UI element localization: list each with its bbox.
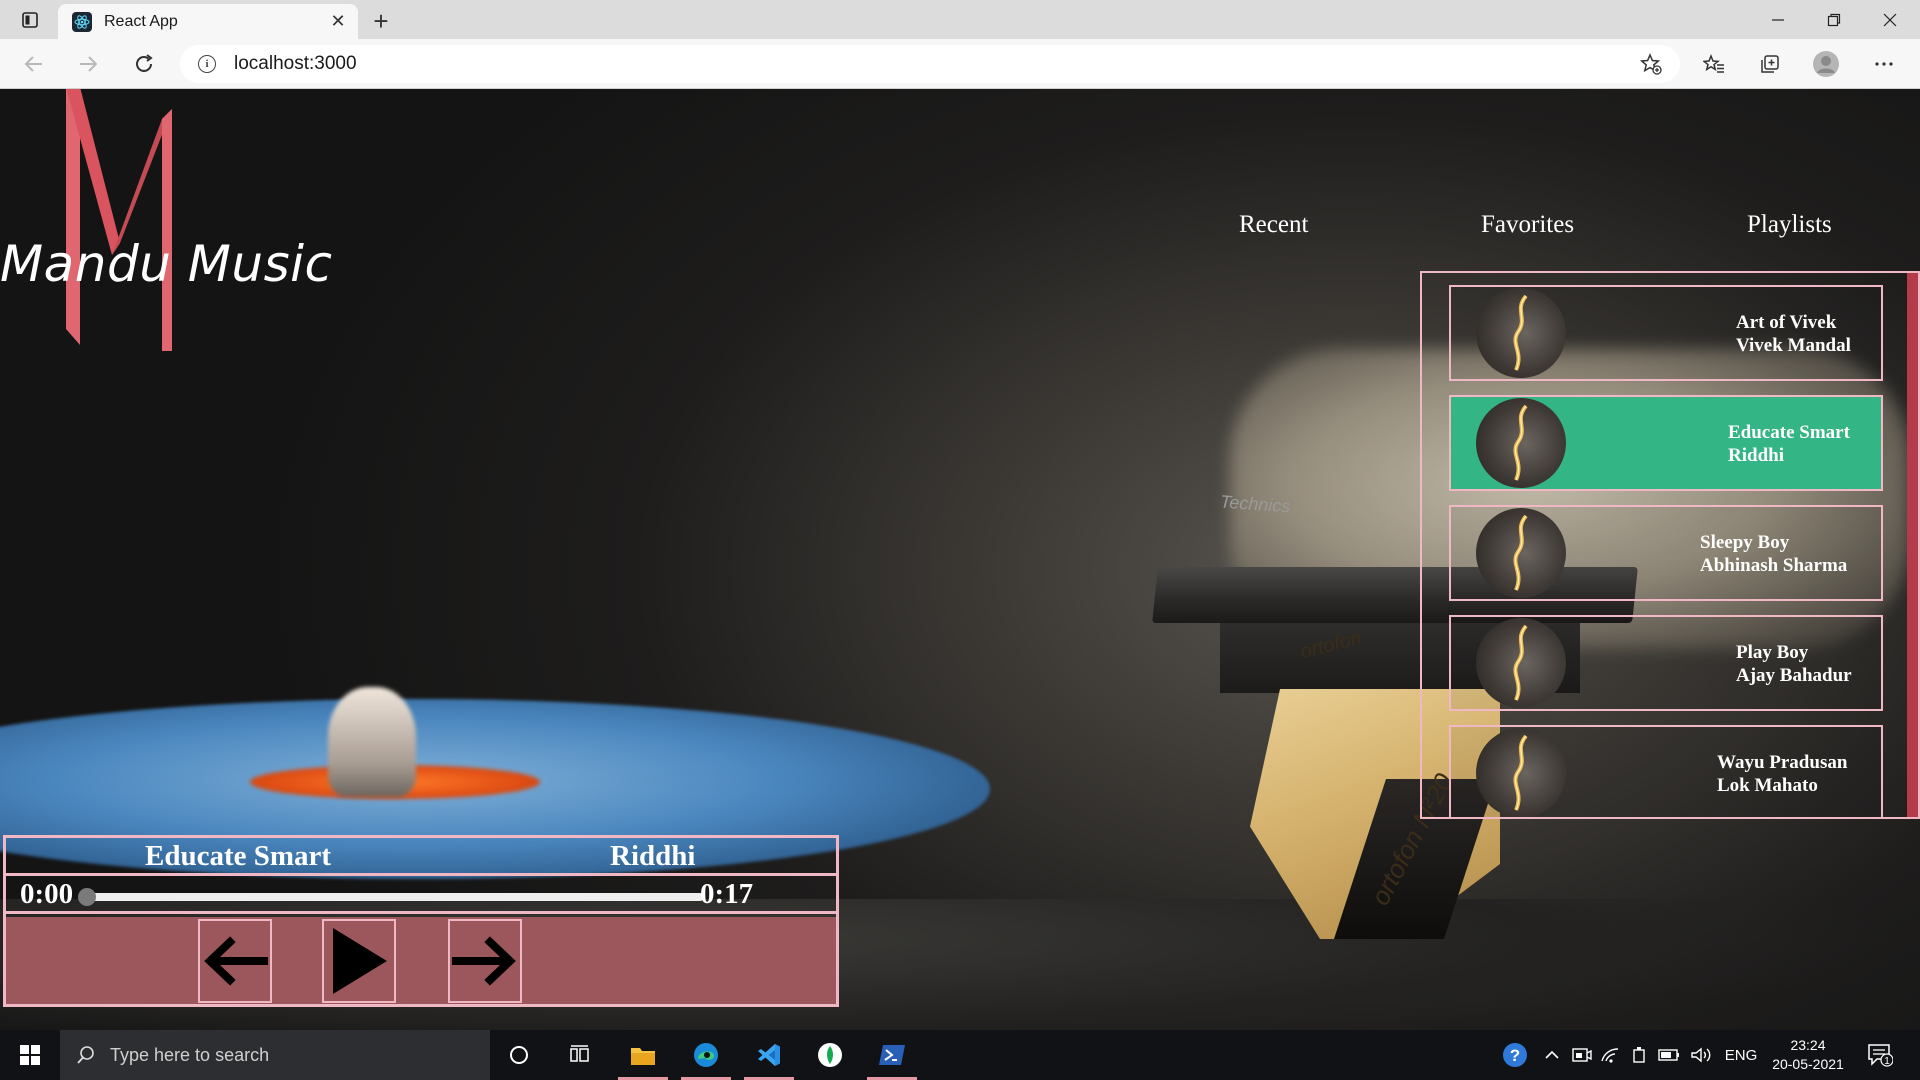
windows-start-icon[interactable]	[0, 1030, 60, 1080]
progress-row: 0:00 0:17	[6, 876, 836, 914]
volume-icon[interactable]	[1688, 1030, 1714, 1080]
more-options-icon[interactable]	[1868, 48, 1900, 80]
file-explorer-icon[interactable]	[614, 1030, 672, 1080]
cortana-icon[interactable]	[490, 1030, 548, 1080]
nav-favorites[interactable]: Favorites	[1481, 211, 1574, 239]
song-thumbnail	[1476, 728, 1566, 817]
background-spindle	[328, 687, 416, 797]
arrow-left-icon	[204, 936, 268, 986]
song-title: Educate Smart	[1728, 422, 1850, 443]
profile-avatar-icon[interactable]	[1810, 48, 1842, 80]
close-window-icon[interactable]	[1862, 0, 1918, 39]
browser-toolbar: i localhost:3000	[0, 39, 1920, 89]
help-icon[interactable]: ?	[1500, 1030, 1530, 1080]
music-app-page: Technics ortofon ortofon N²20 Mandu Musi…	[0, 89, 1920, 1030]
show-hidden-icons-icon[interactable]	[1540, 1030, 1564, 1080]
battery-icon[interactable]	[1656, 1030, 1682, 1080]
forward-arrow-icon[interactable]	[72, 48, 104, 80]
progress-slider-thumb[interactable]	[78, 888, 96, 906]
wifi-icon[interactable]	[1598, 1030, 1622, 1080]
song-artist: Ajay Bahadur	[1736, 665, 1852, 686]
progress-slider[interactable]	[84, 893, 704, 901]
mandu-logo-m	[66, 89, 172, 351]
now-playing-info: Educate Smart Riddhi	[6, 838, 836, 876]
song-list: Art of Vivek Vivek Mandal Educate Smart …	[1420, 271, 1920, 819]
song-card-sleepy-boy[interactable]: Sleepy Boy Abhinash Sharma	[1449, 505, 1883, 601]
taskbar-clock[interactable]: 23:24 20-05-2021	[1768, 1036, 1848, 1074]
edge-browser-icon[interactable]	[677, 1030, 735, 1080]
back-arrow-icon[interactable]	[18, 48, 50, 80]
svg-text:?: ?	[1510, 1046, 1520, 1065]
vscode-icon[interactable]	[740, 1030, 798, 1080]
search-placeholder: Type here to search	[110, 1044, 270, 1065]
notification-center-icon[interactable]: 1	[1860, 1030, 1900, 1080]
duration-time: 0:17	[700, 878, 754, 910]
minimize-icon[interactable]	[1750, 0, 1806, 39]
now-playing-title: Educate Smart	[145, 840, 332, 872]
play-icon	[333, 928, 387, 994]
browser-tab[interactable]: React App ✕	[58, 4, 358, 39]
site-info-icon[interactable]: i	[198, 55, 216, 73]
song-title: Play Boy	[1736, 642, 1809, 663]
tab-title: React App	[104, 12, 178, 30]
task-view-icon[interactable]	[550, 1030, 608, 1080]
song-list-scrollbar[interactable]	[1907, 273, 1918, 817]
close-tab-icon[interactable]: ✕	[324, 8, 352, 36]
audio-player: Educate Smart Riddhi 0:00 0:17	[3, 835, 839, 1007]
player-controls	[6, 917, 836, 1004]
address-bar[interactable]: i localhost:3000	[180, 45, 1680, 83]
meet-now-icon[interactable]	[1570, 1030, 1594, 1080]
previous-button[interactable]	[198, 919, 272, 1003]
clock-time: 23:24	[1790, 1037, 1826, 1053]
song-title: Wayu Pradusan	[1717, 752, 1848, 773]
collections-icon[interactable]	[1754, 48, 1786, 80]
app-title: Mandu Music	[0, 235, 333, 293]
powershell-icon[interactable]	[863, 1030, 921, 1080]
song-artist: Riddhi	[1728, 445, 1784, 466]
reload-icon[interactable]	[128, 48, 160, 80]
song-artist: Vivek Mandal	[1736, 335, 1851, 356]
taskbar-search[interactable]: Type here to search	[60, 1030, 490, 1080]
clock-date: 20-05-2021	[1772, 1056, 1844, 1072]
current-time: 0:00	[20, 878, 74, 910]
song-artist: Lok Mahato	[1717, 775, 1818, 796]
nav-playlists[interactable]: Playlists	[1747, 211, 1832, 239]
search-icon	[77, 1046, 94, 1064]
song-title: Art of Vivek	[1736, 312, 1837, 333]
restore-icon[interactable]	[1806, 0, 1862, 39]
play-button[interactable]	[322, 919, 396, 1003]
song-thumbnail	[1476, 508, 1566, 598]
song-thumbnail	[1476, 618, 1566, 708]
notification-count: 1	[1884, 1056, 1890, 1067]
song-card-wayu-pradusan[interactable]: Wayu Pradusan Lok Mahato	[1449, 725, 1883, 817]
new-tab-icon[interactable]: +	[366, 6, 396, 36]
browser-tab-strip: React App ✕ +	[0, 0, 1920, 39]
mongodb-compass-icon[interactable]	[801, 1030, 859, 1080]
react-logo-icon	[72, 11, 92, 32]
tab-actions-icon[interactable]	[14, 8, 46, 32]
favorites-icon[interactable]	[1698, 48, 1730, 80]
song-artist: Abhinash Sharma	[1700, 555, 1848, 576]
arrow-right-icon	[452, 936, 516, 986]
song-thumbnail	[1476, 398, 1566, 488]
song-card-play-boy[interactable]: Play Boy Ajay Bahadur	[1449, 615, 1883, 711]
nav-recent[interactable]: Recent	[1239, 211, 1308, 239]
windows-taskbar: Type here to search ? ENG 23:24 20-05-20…	[0, 1030, 1920, 1080]
language-indicator[interactable]: ENG	[1722, 1030, 1760, 1080]
add-favorite-icon[interactable]	[1640, 53, 1662, 75]
song-title: Sleepy Boy	[1700, 532, 1790, 553]
song-card-educate-smart[interactable]: Educate Smart Riddhi	[1449, 395, 1883, 491]
song-card-art-of-vivek[interactable]: Art of Vivek Vivek Mandal	[1449, 285, 1883, 381]
device-icon[interactable]	[1628, 1030, 1652, 1080]
url-text: localhost:3000	[234, 53, 357, 74]
song-thumbnail	[1476, 288, 1566, 378]
now-playing-artist: Riddhi	[610, 840, 696, 872]
next-button[interactable]	[448, 919, 522, 1003]
